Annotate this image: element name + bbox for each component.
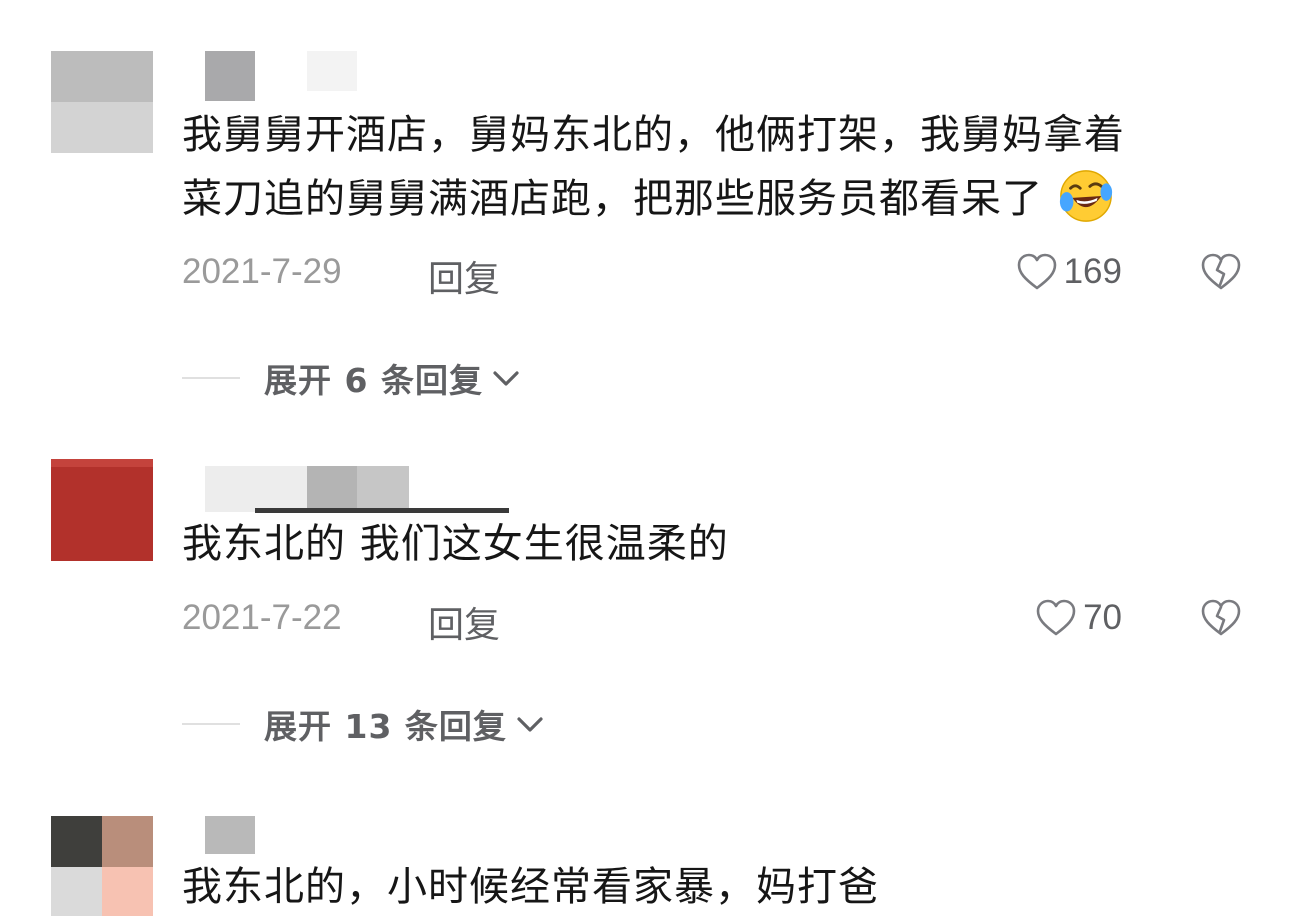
comment-item: 我东北的，小时候经常看家暴，妈打爸: [0, 0, 1290, 916]
avatar[interactable]: [51, 816, 153, 916]
comment-text-line: 我东北的，小时候经常看家暴，妈打爸: [182, 864, 879, 910]
